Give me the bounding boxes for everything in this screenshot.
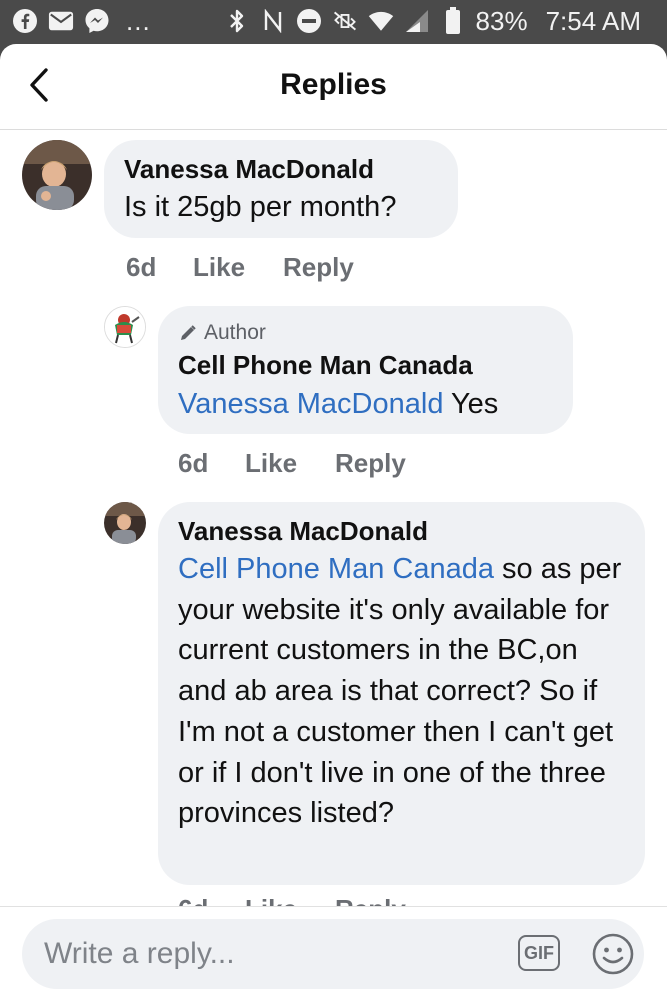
status-notifications: ...: [12, 8, 151, 34]
comment-actions: 6d Like Reply: [178, 448, 438, 480]
more-notifications: ...: [126, 6, 151, 36]
comment-time: 6d: [126, 252, 157, 282]
comment-author[interactable]: Cell Phone Man Canada: [178, 350, 473, 381]
comment-author[interactable]: Vanessa MacDonald: [124, 154, 374, 185]
like-button[interactable]: Like: [245, 894, 297, 906]
comment-body: so as per your website it's only availab…: [178, 553, 622, 830]
emoji-button[interactable]: [590, 931, 636, 977]
wifi-icon: [368, 8, 394, 34]
signal-icon: [404, 8, 430, 34]
mention-link[interactable]: Vanessa MacDonald: [178, 388, 443, 420]
smiley-icon: [592, 933, 634, 975]
avatar[interactable]: [104, 502, 146, 544]
status-bar: ... 83% 7:54 AM: [0, 0, 667, 44]
pencil-icon: [181, 325, 196, 340]
like-button[interactable]: Like: [193, 252, 245, 283]
reply-button[interactable]: Reply: [335, 894, 406, 906]
avatar[interactable]: [104, 306, 146, 348]
page-title: Replies: [280, 68, 387, 101]
avatar[interactable]: [22, 140, 92, 210]
header: Replies: [0, 44, 667, 130]
like-button[interactable]: Like: [245, 448, 297, 479]
gif-button[interactable]: GIF: [518, 935, 560, 971]
reply-button[interactable]: Reply: [335, 448, 406, 479]
comment-body: Yes: [443, 388, 499, 420]
comment-text: Is it 25gb per month?: [124, 191, 397, 223]
reply-input[interactable]: Write a reply...: [44, 937, 235, 971]
author-badge: Author: [178, 321, 266, 345]
comment-time: 6d: [178, 894, 208, 906]
composer-bar: Write a reply... GIF: [0, 906, 667, 1000]
reply-composer[interactable]: Write a reply... GIF: [22, 919, 644, 989]
comment-time: 6d: [178, 448, 209, 478]
nfc-icon: [260, 8, 286, 34]
comment-author[interactable]: Vanessa MacDonald: [178, 516, 428, 547]
comment-bubble[interactable]: Author Cell Phone Man Canada Vanessa Mac…: [158, 306, 573, 434]
mention-link[interactable]: Cell Phone Man Canada: [178, 553, 494, 585]
author-badge-label: Author: [204, 321, 266, 344]
bluetooth-icon: [224, 8, 250, 34]
replies-sheet: Replies Vanessa MacDonald Is it 25gb per…: [0, 44, 667, 1000]
battery-icon: [440, 7, 466, 34]
reply-button[interactable]: Reply: [283, 252, 354, 283]
status-system: 83% 7:54 AM: [224, 6, 641, 36]
comment-bubble[interactable]: Vanessa MacDonald Cell Phone Man Canada …: [158, 502, 645, 885]
do-not-disturb-icon: [296, 8, 322, 34]
clock: 7:54 AM: [545, 6, 641, 36]
comment-text: Vanessa MacDonald Yes: [178, 384, 498, 425]
mail-icon: [48, 8, 74, 34]
vibrate-icon: [332, 8, 358, 34]
comment-actions-partial: 6d Like Reply: [178, 894, 578, 906]
comment-actions: 6d Like Reply: [126, 252, 386, 284]
comment-bubble[interactable]: Vanessa MacDonald Is it 25gb per month?: [104, 140, 458, 238]
facebook-icon: [12, 8, 38, 34]
battery-percent: 83%: [475, 6, 528, 36]
comment-text: Cell Phone Man Canada so as per your web…: [178, 549, 633, 834]
messenger-icon: [84, 8, 110, 34]
